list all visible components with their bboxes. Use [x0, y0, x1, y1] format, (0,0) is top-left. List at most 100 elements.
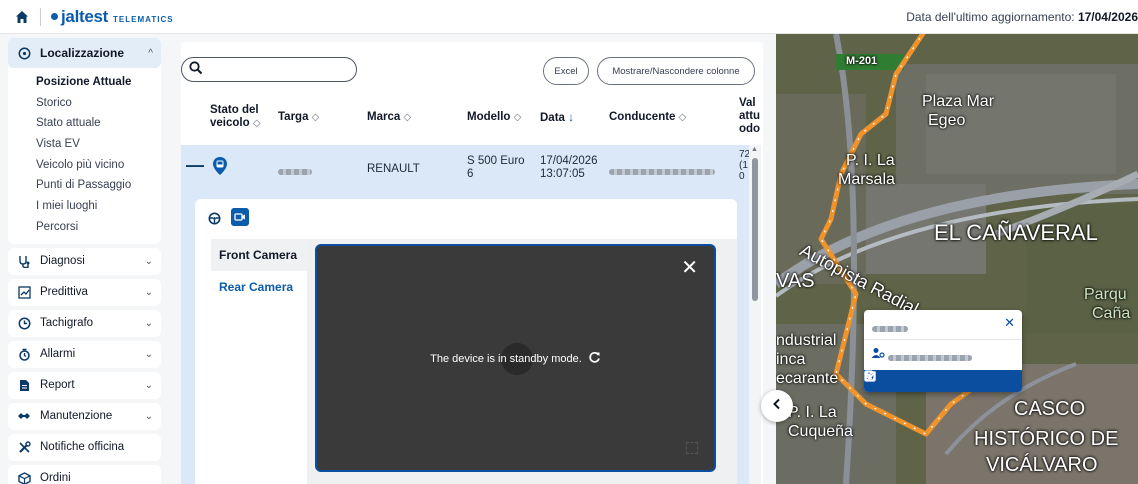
submenu-item-punti-di-passaggio[interactable]: Punti di Passaggio [36, 175, 161, 196]
column-label: Conducente [609, 111, 676, 123]
camera-viewer: ✕ The device is in standby mode. [315, 244, 716, 472]
divider [40, 7, 41, 26]
submenu-item-vista-ev[interactable]: Vista EV [36, 134, 161, 155]
popup-driver-redacted [888, 350, 972, 364]
close-icon[interactable]: ✕ [681, 258, 698, 278]
table-header: Stato del veicolo ◇ Targa ◇ Marca ◇ Mode… [181, 97, 763, 142]
popup-plate-redacted [872, 321, 908, 335]
cell-data-date: 17/04/2026 [540, 155, 598, 167]
map-label: Egeo [928, 112, 966, 129]
close-icon[interactable]: ✕ [1004, 315, 1015, 331]
sidebar-item-label: Ordini [40, 472, 71, 484]
cell-odometro-line2: (1 [739, 160, 748, 171]
camera-item-front[interactable]: Front Camera [211, 239, 307, 271]
column-label: Data [540, 112, 565, 124]
localizzazione-submenu: Posizione Attuale Storico Stato attuale … [8, 68, 161, 244]
sidebar-item-localizzazione[interactable]: Localizzazione ^ [8, 38, 161, 68]
map-label: ecarante [776, 370, 839, 387]
collapse-row-button[interactable]: — [186, 156, 204, 174]
scrollbar-thumb[interactable] [752, 158, 758, 301]
column-header-targa[interactable]: Targa ◇ [278, 111, 319, 124]
excel-button[interactable]: Excel [543, 57, 589, 85]
column-header-conducente[interactable]: Conducente ◇ [609, 111, 686, 124]
column-label: odo [739, 123, 761, 135]
column-header-modello[interactable]: Modello ◇ [467, 111, 521, 124]
map-label: Plaza Mar [922, 93, 995, 110]
search-input[interactable] [181, 57, 357, 82]
tools-icon [16, 439, 32, 455]
map-label: EL CAÑAVERAL [934, 220, 1098, 245]
map-label: P. I. La [846, 152, 895, 169]
scroll-up-icon[interactable]: ▲ [751, 146, 758, 153]
column-label: veicolo [210, 117, 250, 129]
cell-modello: S 500 Euro 6 [467, 155, 525, 181]
submenu-item-percorsi[interactable]: Percorsi [36, 217, 161, 238]
standby-text: The device is in standby mode. [430, 352, 582, 365]
last-update-label: Data dell'ultimo aggiornamento: [906, 10, 1075, 24]
cell-odometro: 72 (1 0 [739, 149, 749, 182]
map-label: HISTÓRICO DE [974, 428, 1119, 450]
sidebar-item-label: Predittiva [40, 286, 88, 298]
chart-icon [16, 284, 32, 300]
map-label: VAS [776, 270, 815, 292]
column-header-marca[interactable]: Marca ◇ [367, 111, 411, 124]
sidebar-item-allarmi[interactable]: Allarmi ⌄ [8, 340, 161, 368]
refresh-icon[interactable] [588, 351, 601, 367]
camera-tab-icon[interactable] [231, 208, 249, 226]
map-label: Marsala [838, 171, 895, 188]
divider [864, 339, 1022, 340]
map[interactable]: M-201 Plaza Mar Egeo P. I. La Marsala EL… [776, 34, 1138, 484]
plate-redacted [278, 166, 312, 179]
sidebar-item-label: Localizzazione [40, 46, 125, 60]
cell-odometro-line3: 0 [739, 171, 745, 182]
chevron-down-icon: ⌄ [144, 348, 153, 360]
top-bar: jaltest TELEMATICS Data dell'ultimo aggi… [0, 0, 1138, 34]
report-icon [16, 377, 32, 393]
sidebar-item-diagnosi[interactable]: Diagnosi ⌄ [8, 247, 161, 275]
sidebar-item-label: Diagnosi [40, 255, 85, 267]
logo[interactable]: jaltest TELEMATICS [51, 7, 174, 27]
sidebar-item-predittiva[interactable]: Predittiva ⌄ [8, 278, 161, 306]
collapse-map-button[interactable] [761, 390, 793, 422]
submenu-item-i-miei-luoghi[interactable]: I miei luoghi [36, 196, 161, 217]
logo-brand: jaltest [61, 6, 109, 26]
home-icon[interactable] [10, 5, 34, 29]
map-label: VICÁLVARO [986, 454, 1098, 476]
camera-item-rear[interactable]: Rear Camera [211, 271, 307, 303]
fullscreen-icon[interactable] [686, 442, 698, 454]
column-label: Targa [278, 111, 309, 123]
sidebar-group-localizzazione: Localizzazione ^ Posizione Attuale Stori… [8, 38, 161, 244]
cell-modello-line1: S 500 Euro [467, 155, 525, 167]
column-header-data[interactable]: Data ↓ [540, 111, 574, 125]
submenu-item-stato-attuale[interactable]: Stato attuale [36, 113, 161, 134]
submenu-item-storico[interactable]: Storico [36, 93, 161, 114]
table-row[interactable]: — RENAULT S 500 Euro 6 17/04/2026 13:07:… [181, 145, 749, 193]
sidebar-item-manutenzione[interactable]: Manutenzione ⌄ [8, 402, 161, 430]
sort-desc-icon: ↓ [568, 110, 575, 124]
column-header-stato[interactable]: Stato del veicolo ◇ [210, 104, 261, 130]
sort-icon: ◇ [403, 112, 412, 123]
column-label: attu [739, 110, 761, 122]
chevron-up-icon: ^ [148, 47, 153, 59]
row-detail: Front Camera Rear Camera ✕ The device is… [181, 193, 749, 484]
map-label: P. I. La [788, 404, 837, 421]
column-header-odometro[interactable]: Val attu odo [739, 97, 763, 136]
sidebar-item-ordini[interactable]: Ordini [8, 464, 161, 484]
sidebar-item-tachigrafo[interactable]: Tachigrafo ⌄ [8, 309, 161, 337]
cell-data: 17/04/2026 13:07:05 [540, 155, 598, 181]
steering-wheel-icon[interactable] [205, 209, 223, 227]
vehicle-status-icon [212, 156, 228, 180]
column-label: Stato del [210, 104, 259, 116]
sidebar-item-notifiche-officina[interactable]: Notifiche officina [8, 433, 161, 461]
map-label: ndustrial [776, 332, 837, 349]
popup-actions [864, 370, 1022, 392]
sidebar-item-report[interactable]: Report ⌄ [8, 371, 161, 399]
submenu-item-veicolo-piu-vicino[interactable]: Veicolo più vicino [36, 155, 161, 176]
toggle-columns-button[interactable]: Mostrare/Nascondere colonne [597, 57, 755, 85]
submenu-item-posizione-attuale[interactable]: Posizione Attuale [36, 72, 161, 93]
cell-odometro-line1: 72 [739, 149, 749, 160]
vehicle-list-panel: Excel Mostrare/Nascondere colonne Stato … [181, 42, 763, 484]
logo-subtitle: TELEMATICS [113, 14, 174, 24]
camera-list: Front Camera Rear Camera [211, 239, 307, 484]
sort-icon: ◇ [678, 112, 687, 123]
